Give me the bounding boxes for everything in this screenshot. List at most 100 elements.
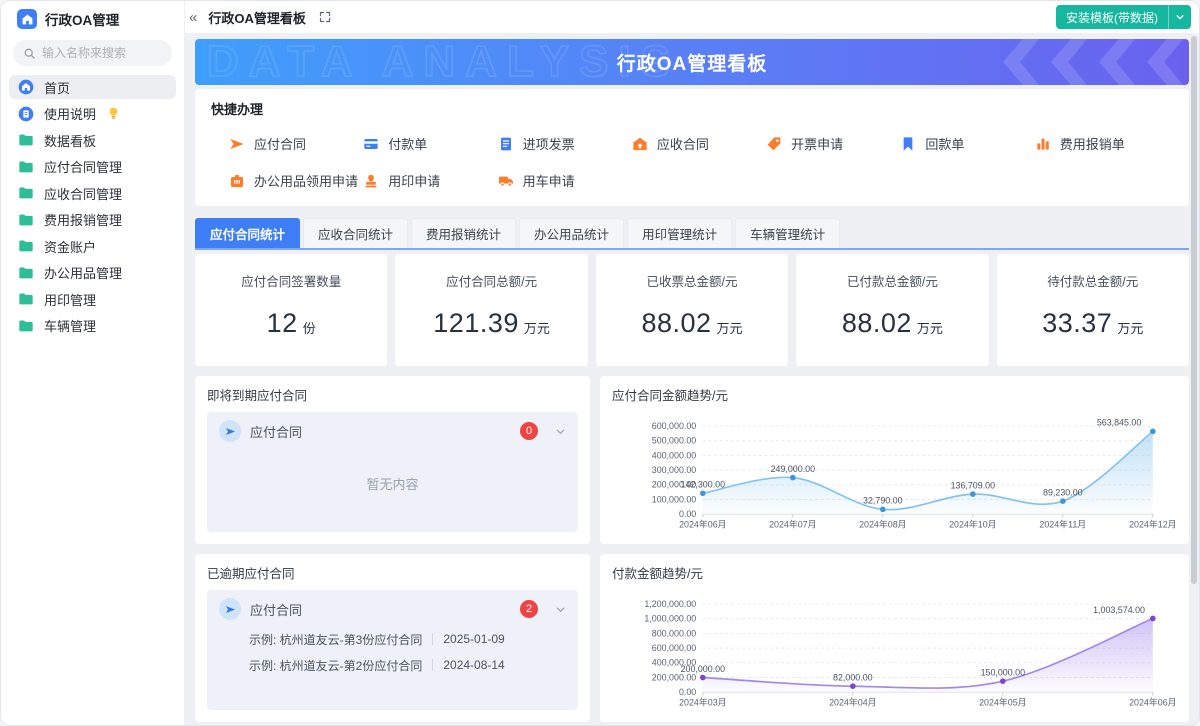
- svg-text:150,000.00: 150,000.00: [981, 668, 1026, 678]
- page-tab[interactable]: 行政OA管理看板: [208, 8, 306, 27]
- overdue-date: 2024-08-14: [443, 658, 504, 672]
- quick-action-expense-report[interactable]: 费用报销单: [1035, 134, 1169, 153]
- quick-action-office-supplies-request[interactable]: 办公用品领用申请: [229, 171, 363, 190]
- folder-icon: [18, 238, 34, 254]
- sidebar-item-label: 应收合同管理: [44, 184, 122, 203]
- svg-text:1,003,574.00: 1,003,574.00: [1093, 605, 1145, 615]
- quick-action-seal-request[interactable]: 用印申请: [363, 171, 497, 190]
- sidebar-item-data-board[interactable]: 数据看板: [9, 128, 176, 152]
- sidebar-item-payable-contract[interactable]: 应付合同管理: [9, 155, 176, 179]
- sidebar-item-expense[interactable]: 费用报销管理: [9, 208, 176, 232]
- svg-text:2024年05月: 2024年05月: [979, 696, 1026, 707]
- upcoming-contracts-panel: 即将到期应付合同 应付合同 0 暂无内容: [195, 376, 590, 544]
- install-dropdown-icon[interactable]: [1169, 5, 1191, 29]
- dashboard-banner: DATA ANALYSIS 行政OA管理看板: [195, 39, 1189, 85]
- stamp-icon: [363, 173, 379, 189]
- folder-icon: [18, 132, 34, 148]
- tab-expense-stats[interactable]: 费用报销统计: [411, 218, 516, 248]
- sidebar-search[interactable]: [13, 40, 172, 66]
- sidebar-item-seal[interactable]: 用印管理: [9, 287, 176, 311]
- tab-seal-stats[interactable]: 用印管理统计: [627, 218, 732, 248]
- folder-icon: [18, 318, 34, 334]
- sidebar-item-label: 费用报销管理: [44, 210, 122, 229]
- sidebar-item-label: 用印管理: [44, 290, 96, 309]
- svg-text:32,790.00: 32,790.00: [863, 496, 903, 506]
- svg-text:500,000.00: 500,000.00: [652, 436, 697, 446]
- svg-text:82,000.00: 82,000.00: [833, 673, 873, 683]
- sidebar-item-guide[interactable]: 使用说明: [9, 102, 176, 126]
- sidebar-item-fund-account[interactable]: 资金账户: [9, 234, 176, 258]
- install-template-button[interactable]: 安装模板(带数据): [1056, 5, 1191, 29]
- sidebar-item-label: 车辆管理: [44, 316, 96, 335]
- quick-action-invoicing-request[interactable]: 开票申请: [766, 134, 900, 153]
- sidebar-item-label: 应付合同管理: [44, 157, 122, 176]
- sidebar-item-vehicle[interactable]: 车辆管理: [9, 314, 176, 338]
- app-window: 行政OA管理 首页 使用说明 数据看板 应付合同: [0, 0, 1200, 726]
- install-template-label[interactable]: 安装模板(带数据): [1056, 5, 1168, 29]
- scrollbar-thumb[interactable]: [1191, 36, 1197, 584]
- tab-payable-contract-stats[interactable]: 应付合同统计: [195, 218, 300, 248]
- payable-trend-panel: 应付合同金额趋势/元 0.00100,000.00200,000.00300,0…: [600, 376, 1189, 544]
- overdue-contract-row[interactable]: 示例: 杭州道友云-第2份应付合同 2024-08-14: [207, 652, 578, 678]
- folder-icon: [18, 159, 34, 175]
- folder-icon: [18, 265, 34, 281]
- sidebar-item-receivable-contract[interactable]: 应收合同管理: [9, 181, 176, 205]
- payment-trend-panel: 付款金额趋势/元 0.00200,000.00400,000.00600,000…: [600, 554, 1189, 722]
- chart-title: 应付合同金额趋势/元: [612, 385, 1177, 404]
- count-badge: 0: [520, 422, 538, 440]
- svg-text:300,000.00: 300,000.00: [652, 465, 697, 475]
- svg-text:400,000.00: 400,000.00: [652, 450, 697, 460]
- send-icon: [229, 136, 245, 152]
- quick-action-vehicle-request[interactable]: 用车申请: [498, 171, 632, 190]
- quick-action-receivable-contract[interactable]: 应收合同: [632, 134, 766, 153]
- stat-value: 88.02: [641, 308, 711, 339]
- svg-text:2024年06月: 2024年06月: [1129, 696, 1176, 707]
- doc-icon: [18, 106, 34, 122]
- overdue-contract-row[interactable]: 示例: 杭州道友云-第3份应付合同 2025-01-09: [207, 626, 578, 652]
- overdue-contracts-panel: 已逾期应付合同 应付合同 2 示例: 杭州道友云-第3份应付合同 2025-01…: [195, 554, 590, 722]
- overdue-date: 2025-01-09: [443, 632, 504, 646]
- collapse-sidebar-icon[interactable]: «: [187, 10, 199, 25]
- svg-text:2024年07月: 2024年07月: [769, 518, 816, 529]
- quick-action-collection-order[interactable]: 回款单: [900, 134, 1034, 153]
- tab-vehicle-stats[interactable]: 车辆管理统计: [735, 218, 840, 248]
- stat-value: 12: [267, 308, 298, 339]
- svg-text:600,000.00: 600,000.00: [652, 421, 697, 431]
- send-icon: [219, 420, 241, 442]
- app-logo: 行政OA管理: [1, 1, 184, 33]
- overdue-group-header[interactable]: 应付合同 2: [207, 590, 578, 626]
- sidebar-item-home[interactable]: 首页: [9, 75, 176, 99]
- svg-text:2024年03月: 2024年03月: [679, 696, 726, 707]
- folder-icon: [18, 212, 34, 228]
- topbar: « 行政OA管理看板 安装模板(带数据): [185, 1, 1199, 33]
- stat-value: 88.02: [842, 308, 912, 339]
- upcoming-group-header[interactable]: 应付合同 0: [207, 412, 578, 448]
- stat-value: 121.39: [433, 308, 519, 339]
- quick-action-payable-contract[interactable]: 应付合同: [229, 134, 363, 153]
- svg-text:142,300.00: 142,300.00: [681, 480, 726, 490]
- sidebar-item-label: 使用说明: [44, 104, 96, 123]
- payment-trend-chart: 0.00200,000.00400,000.00600,000.00800,00…: [612, 590, 1178, 710]
- send-icon: [219, 598, 241, 620]
- tab-receivable-contract-stats[interactable]: 应收合同统计: [303, 218, 408, 248]
- sidebar-item-label: 数据看板: [44, 131, 96, 150]
- quick-action-payment-order[interactable]: 付款单: [363, 134, 497, 153]
- svg-text:1,200,000.00: 1,200,000.00: [644, 599, 696, 609]
- stat-card-contract-total: 应付合同总额/元 121.39万元: [395, 254, 587, 366]
- bookmark-icon: [900, 136, 916, 152]
- chevron-down-icon[interactable]: [555, 426, 566, 437]
- folder-icon: [18, 185, 34, 201]
- fullscreen-icon[interactable]: [319, 11, 331, 23]
- card-icon: [363, 136, 379, 152]
- svg-text:89,230.00: 89,230.00: [1043, 487, 1083, 497]
- svg-text:600,000.00: 600,000.00: [652, 643, 697, 653]
- quick-action-input-invoice[interactable]: 进项发票: [498, 134, 632, 153]
- banner-watermark: DATA ANALYSIS: [207, 39, 680, 85]
- chevron-down-icon[interactable]: [555, 604, 566, 615]
- tab-office-supplies-stats[interactable]: 办公用品统计: [519, 218, 624, 248]
- empty-state-text: 暂无内容: [207, 474, 578, 493]
- search-input[interactable]: [42, 46, 162, 60]
- invoice-icon: [498, 136, 514, 152]
- sidebar-item-office-supplies[interactable]: 办公用品管理: [9, 261, 176, 285]
- svg-text:2024年10月: 2024年10月: [949, 518, 996, 529]
